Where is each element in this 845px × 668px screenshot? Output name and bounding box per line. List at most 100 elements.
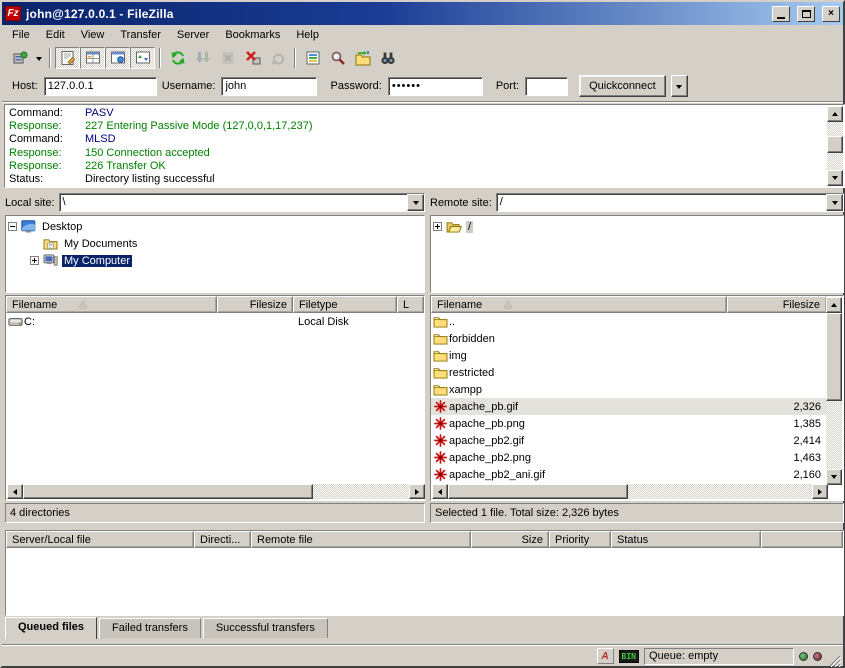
column-remote-file[interactable]: Remote file xyxy=(251,531,471,548)
reconnect-button[interactable] xyxy=(265,47,290,69)
remote-vertical-scrollbar[interactable] xyxy=(826,297,842,485)
file-row[interactable]: restricted xyxy=(431,364,827,381)
toggle-remote-tree-button[interactable] xyxy=(105,47,130,69)
menu-view[interactable]: View xyxy=(73,27,113,43)
toggle-local-tree-button[interactable] xyxy=(80,47,105,69)
log-vertical-scrollbar[interactable] xyxy=(827,106,843,186)
menu-transfer[interactable]: Transfer xyxy=(112,27,169,43)
minimize-button[interactable] xyxy=(772,6,790,22)
toggle-message-log-button[interactable] xyxy=(55,47,80,69)
scroll-thumb[interactable] xyxy=(827,136,843,153)
tree-item-desktop[interactable]: Desktop xyxy=(8,218,424,235)
menu-help[interactable]: Help xyxy=(288,27,327,43)
synchronized-browsing-button[interactable] xyxy=(350,47,375,69)
data-type-ascii-icon[interactable]: A xyxy=(597,648,614,664)
scroll-left-button[interactable] xyxy=(432,484,448,499)
toggle-transfer-queue-button[interactable] xyxy=(130,47,155,69)
file-row[interactable]: .. xyxy=(431,313,827,330)
scroll-left-button[interactable] xyxy=(7,484,23,499)
process-queue-button[interactable] xyxy=(190,47,215,69)
file-row[interactable]: apache_pb2.gif 2,414 xyxy=(431,432,827,449)
file-row-selected[interactable]: apache_pb.gif 2,326 xyxy=(431,398,827,415)
maximize-button[interactable] xyxy=(797,6,815,22)
local-list-body: C: Local Disk xyxy=(6,313,424,485)
tab-queued-files[interactable]: Queued files xyxy=(5,617,97,639)
collapse-icon[interactable] xyxy=(8,222,17,231)
local-site-dropdown-button[interactable] xyxy=(407,194,424,211)
cancel-operation-button[interactable] xyxy=(215,47,240,69)
site-manager-button[interactable] xyxy=(7,47,32,69)
close-button[interactable]: × xyxy=(822,6,840,22)
column-size[interactable]: Size xyxy=(471,531,549,548)
expand-icon[interactable] xyxy=(433,222,442,231)
scroll-thumb[interactable] xyxy=(826,313,842,401)
column-filesize[interactable]: Filesize xyxy=(217,296,293,313)
message-log-icon xyxy=(60,50,76,66)
title-bar[interactable]: Fz john@127.0.0.1 - FileZilla × xyxy=(2,2,843,25)
resize-grip[interactable] xyxy=(827,653,841,667)
menu-bookmarks[interactable]: Bookmarks xyxy=(217,27,288,43)
local-site-combobox[interactable]: \ xyxy=(59,193,425,212)
file-row[interactable]: xampp xyxy=(431,381,827,398)
column-filesize[interactable]: Filesize xyxy=(727,296,827,313)
quickconnect-dropdown[interactable] xyxy=(671,75,688,97)
scroll-up-button[interactable] xyxy=(827,106,843,122)
scroll-thumb[interactable] xyxy=(448,484,628,499)
menu-file[interactable]: File xyxy=(4,27,38,43)
site-manager-dropdown[interactable] xyxy=(32,47,45,69)
username-input[interactable] xyxy=(221,77,317,96)
local-horizontal-scrollbar[interactable] xyxy=(7,484,425,499)
column-server-local-file[interactable]: Server/Local file xyxy=(6,531,194,548)
scroll-up-button[interactable] xyxy=(826,297,842,313)
file-row[interactable]: img xyxy=(431,347,827,364)
port-input[interactable] xyxy=(525,77,568,96)
menu-server[interactable]: Server xyxy=(169,27,217,43)
queue-body[interactable] xyxy=(6,548,843,615)
column-filename[interactable]: Filename xyxy=(6,296,217,313)
scroll-thumb[interactable] xyxy=(23,484,313,499)
local-site-bar: Local site: \ xyxy=(5,192,425,213)
remote-site-bar: Remote site: / xyxy=(430,192,844,213)
column-last-modified[interactable]: L xyxy=(397,296,424,313)
column-status[interactable]: Status xyxy=(611,531,761,548)
file-row[interactable]: forbidden xyxy=(431,330,827,347)
file-name: img xyxy=(449,350,727,362)
file-row[interactable]: apache_pb2_ani.gif 2,160 xyxy=(431,466,827,483)
directory-comparison-button[interactable] xyxy=(375,47,400,69)
scroll-right-button[interactable] xyxy=(812,484,828,499)
disconnect-button[interactable] xyxy=(240,47,265,69)
quickconnect-button[interactable]: Quickconnect xyxy=(579,75,666,97)
tree-item-root[interactable]: / xyxy=(433,218,843,235)
remote-site-combobox[interactable]: / xyxy=(496,193,844,212)
column-filename[interactable]: Filename xyxy=(431,296,727,313)
scroll-down-button[interactable] xyxy=(827,170,843,186)
expand-icon[interactable] xyxy=(30,256,39,265)
file-row-c-drive[interactable]: C: Local Disk xyxy=(6,313,424,330)
scroll-down-button[interactable] xyxy=(826,469,842,485)
remote-horizontal-scrollbar[interactable] xyxy=(432,484,828,499)
password-input[interactable] xyxy=(388,77,483,96)
tree-item-my-documents[interactable]: My Documents xyxy=(8,235,424,252)
refresh-button[interactable] xyxy=(165,47,190,69)
column-direction[interactable]: Directi... xyxy=(194,531,251,548)
dropdown-arrow-icon xyxy=(832,201,838,208)
activity-led-green xyxy=(799,652,808,661)
column-filetype[interactable]: Filetype xyxy=(293,296,397,313)
directory-listing-filters-button[interactable] xyxy=(300,47,325,69)
local-site-label: Local site: xyxy=(5,197,55,209)
remote-site-dropdown-button[interactable] xyxy=(826,194,843,211)
file-type: Local Disk xyxy=(293,316,397,328)
file-row[interactable]: apache_pb.png 1,385 xyxy=(431,415,827,432)
binary-mode-badge[interactable]: BIN xyxy=(619,650,639,663)
menu-edit[interactable]: Edit xyxy=(38,27,73,43)
tree-item-my-computer[interactable]: My Computer xyxy=(8,252,424,269)
file-row[interactable]: apache_pb2.png 1,463 xyxy=(431,449,827,466)
host-input[interactable] xyxy=(44,77,157,96)
file-name: apache_pb2.png xyxy=(449,452,727,464)
tree-item-label-selected: My Computer xyxy=(62,255,132,267)
scroll-right-button[interactable] xyxy=(409,484,425,499)
tab-successful-transfers[interactable]: Successful transfers xyxy=(203,618,328,638)
column-priority[interactable]: Priority xyxy=(549,531,611,548)
tab-failed-transfers[interactable]: Failed transfers xyxy=(99,618,201,638)
file-search-button[interactable] xyxy=(325,47,350,69)
